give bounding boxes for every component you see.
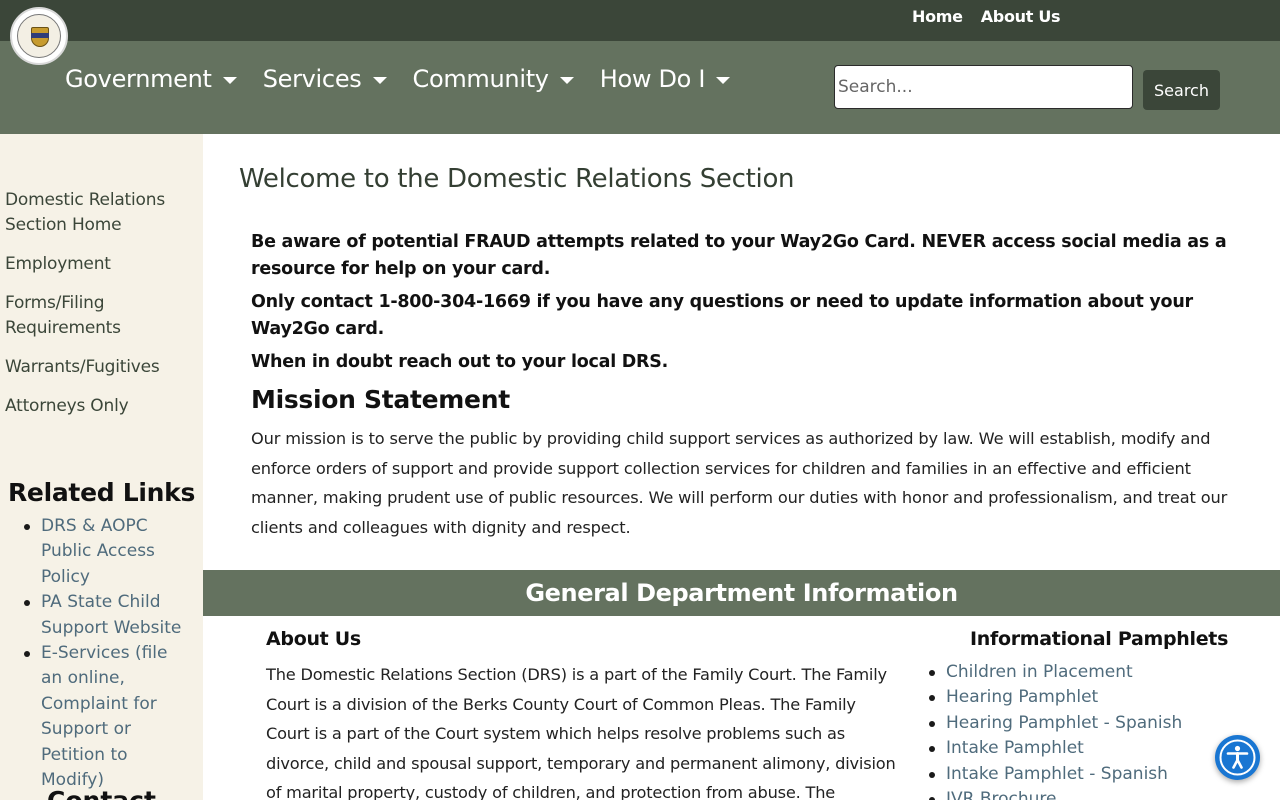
seal-band	[31, 33, 49, 38]
related-link-child-support-website[interactable]: PA State Child Support Website	[41, 592, 181, 637]
sidebar-item-warrants[interactable]: Warrants/Fugitives	[5, 355, 200, 380]
menu-services-label: Services	[262, 65, 362, 93]
chevron-down-icon	[222, 76, 237, 84]
list-item: E-Services (file an online, Complaint fo…	[24, 641, 191, 793]
sidebar: Domestic Relations Section Home Employme…	[0, 134, 203, 800]
menu-community[interactable]: Community	[413, 65, 574, 93]
seal-ring	[17, 14, 61, 58]
list-item: Intake Pamphlet - Spanish	[929, 762, 1246, 787]
pamphlet-link[interactable]: Intake Pamphlet	[946, 738, 1084, 758]
about-us-text: The Domestic Relations Section (DRS) is …	[266, 665, 896, 800]
related-link-access-policy[interactable]: DRS & AOPC Public Access Policy	[41, 516, 155, 587]
accessibility-figure	[1219, 739, 1256, 776]
chevron-down-icon	[372, 76, 387, 84]
sidebar-item-home[interactable]: Domestic Relations Section Home	[5, 188, 200, 238]
list-item: Intake Pamphlet	[929, 736, 1246, 761]
county-seal-icon[interactable]	[10, 7, 68, 65]
menu-government-label: Government	[65, 65, 212, 93]
about-us-title: About Us	[266, 628, 361, 650]
list-item: IVR Brochure	[929, 787, 1246, 800]
page-title: Welcome to the Domestic Relations Sectio…	[239, 164, 795, 194]
about-us-link[interactable]: About Us	[981, 7, 1061, 26]
search-button[interactable]: Search	[1143, 70, 1220, 110]
pamphlets-list: Children in Placement Hearing Pamphlet H…	[929, 660, 1246, 800]
sidebar-item-attorneys[interactable]: Attorneys Only	[5, 394, 200, 419]
list-item: Hearing Pamphlet - Spanish	[929, 711, 1246, 736]
pamphlet-link[interactable]: Children in Placement	[946, 662, 1133, 682]
pamphlets-title: Informational Pamphlets	[970, 628, 1229, 650]
sidebar-item-employment[interactable]: Employment	[5, 252, 200, 277]
menu-how-do-i-label: How Do I	[599, 65, 706, 93]
menu-community-label: Community	[412, 65, 550, 93]
main-navbar: Government Services Community How Do I S…	[0, 41, 1280, 134]
sidebar-nav: Domestic Relations Section Home Employme…	[5, 188, 200, 433]
mission-statement-title: Mission Statement	[251, 385, 510, 414]
list-item: PA State Child Support Website	[24, 590, 191, 641]
top-utility-bar: Home About Us	[0, 0, 1280, 41]
related-links-list: DRS & AOPC Public Access Policy PA State…	[24, 514, 191, 793]
accessibility-icon[interactable]	[1215, 735, 1260, 780]
contact-title: Contact	[0, 786, 203, 800]
notice-line: Be aware of potential FRAUD attempts rel…	[251, 232, 1227, 279]
fraud-notice: Be aware of potential FRAUD attempts rel…	[251, 229, 1251, 382]
top-links: Home About Us	[912, 7, 1061, 26]
main-menu: Government Services Community How Do I	[65, 65, 756, 93]
general-info-banner: General Department Information	[203, 570, 1280, 616]
list-item: Hearing Pamphlet	[929, 685, 1246, 710]
notice-line: Only contact 1-800-304-1669 if you have …	[251, 292, 1193, 339]
sidebar-item-forms[interactable]: Forms/Filing Requirements	[5, 291, 200, 341]
home-link[interactable]: Home	[912, 7, 963, 26]
mission-statement-text: Our mission is to serve the public by pr…	[251, 429, 1228, 537]
related-links-title: Related Links	[7, 478, 196, 507]
related-link-e-services[interactable]: E-Services (file an online, Complaint fo…	[41, 643, 168, 790]
pamphlet-link[interactable]: Intake Pamphlet - Spanish	[946, 764, 1168, 784]
menu-services[interactable]: Services	[263, 65, 387, 93]
chevron-down-icon	[716, 76, 731, 84]
menu-how-do-i[interactable]: How Do I	[599, 65, 731, 93]
list-item: DRS & AOPC Public Access Policy	[24, 514, 191, 590]
chevron-down-icon	[559, 76, 574, 84]
pamphlet-link[interactable]: Hearing Pamphlet	[946, 687, 1098, 707]
pamphlet-link[interactable]: Hearing Pamphlet - Spanish	[946, 713, 1182, 733]
notice-line: When in doubt reach out to your local DR…	[251, 352, 669, 372]
list-item: Children in Placement	[929, 660, 1246, 685]
menu-government[interactable]: Government	[65, 65, 237, 93]
pamphlet-link[interactable]: IVR Brochure	[946, 789, 1057, 800]
search-input[interactable]	[834, 65, 1133, 109]
